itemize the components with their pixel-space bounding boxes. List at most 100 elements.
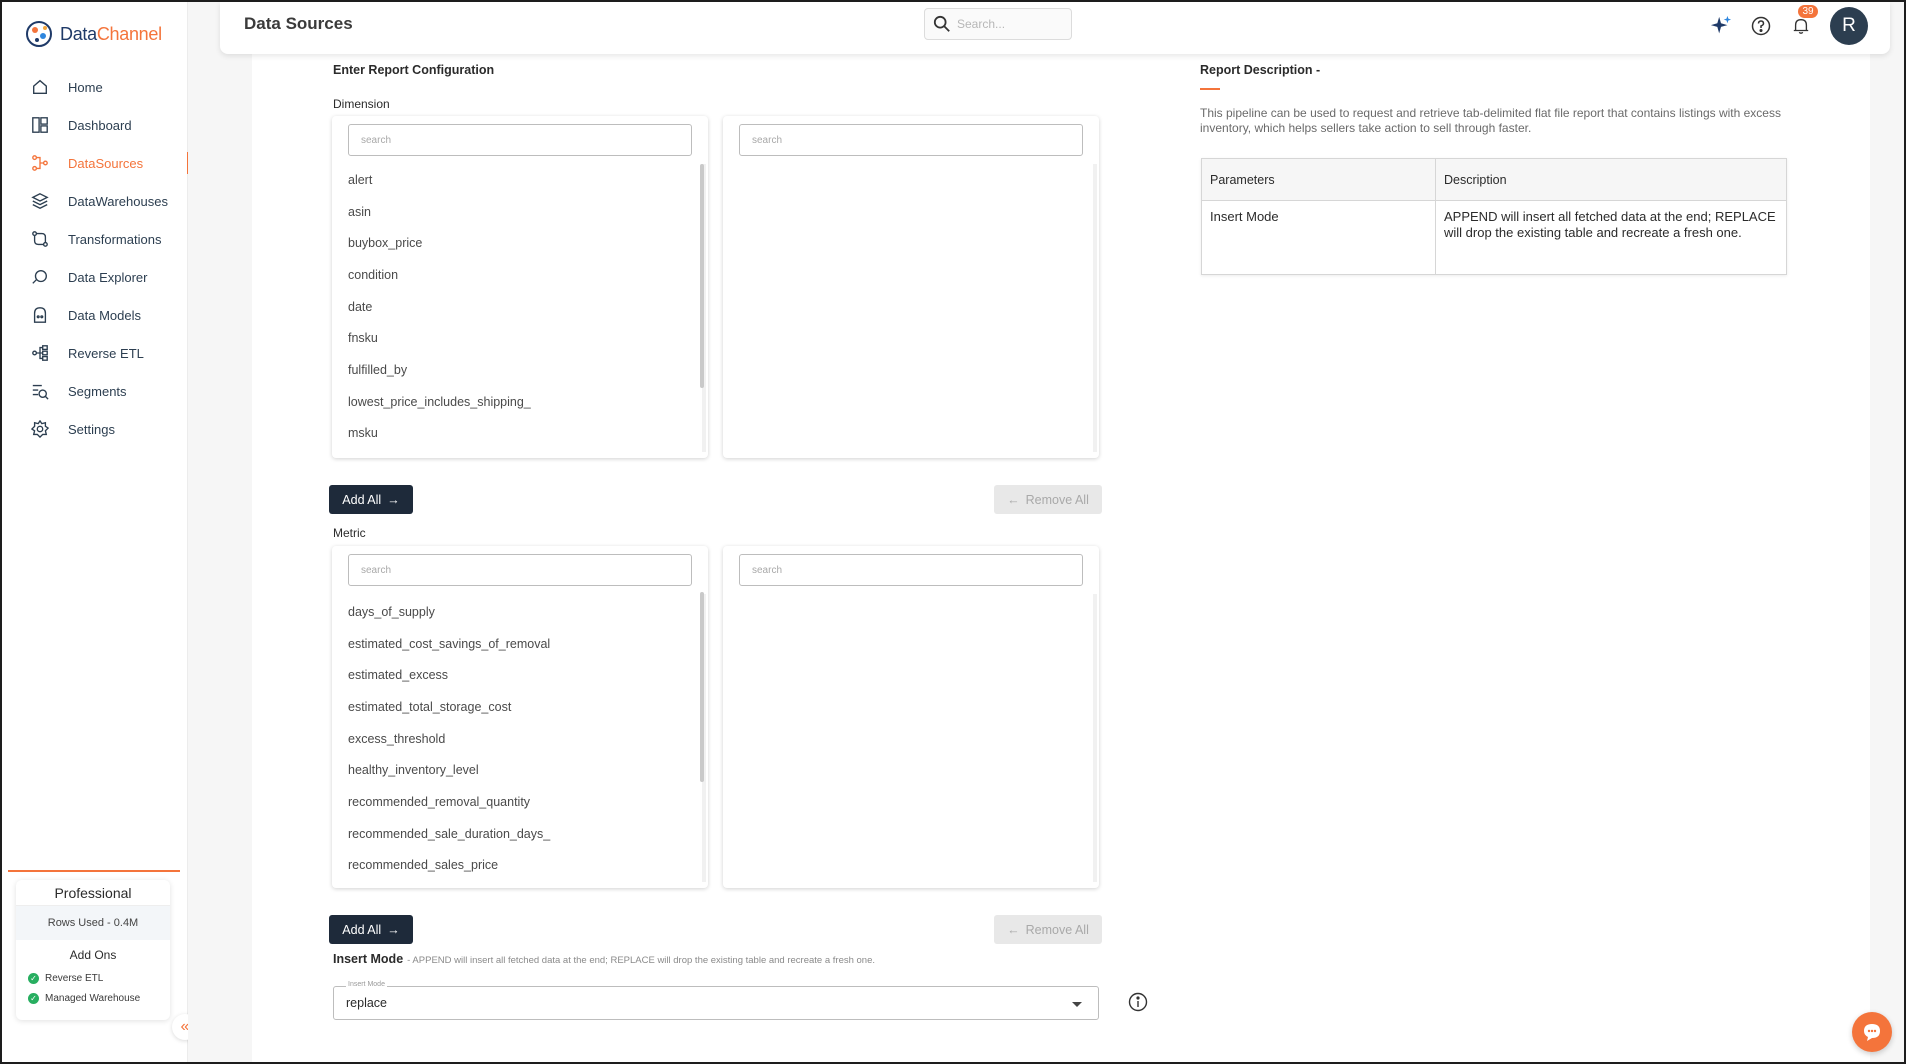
sidebar-item-dashboard[interactable]: Dashboard: [2, 106, 188, 144]
plan-card: Professional Rows Used - 0.4M Add Ons ✓ …: [16, 880, 170, 1020]
addons-section: Add Ons ✓ Reverse ETL ✓ Managed Warehous…: [16, 940, 170, 1008]
metric-add-all-button[interactable]: Add All →: [329, 915, 413, 944]
metric-selected-search[interactable]: [739, 554, 1083, 586]
dashboard-icon: [30, 115, 50, 135]
table-cell: Insert Mode: [1201, 200, 1436, 275]
list-item[interactable]: days_of_supply: [332, 596, 702, 628]
list-item[interactable]: fnsku: [332, 322, 702, 354]
sidebar-item-datawarehouses[interactable]: DataWarehouses: [2, 182, 188, 220]
column-header: Parameters: [1201, 158, 1436, 201]
dimension-items: alert asin buybox_price condition date f…: [332, 164, 702, 449]
help-button[interactable]: [1750, 15, 1772, 37]
sidebar-item-segments[interactable]: Segments: [2, 372, 188, 410]
arrow-left-icon: ←: [1007, 922, 1020, 937]
dimension-available-search[interactable]: [348, 124, 692, 156]
table-row: Insert Mode APPEND will insert all fetch…: [1201, 200, 1787, 275]
list-item[interactable]: alert: [332, 164, 702, 196]
search-input[interactable]: [957, 17, 1053, 31]
list-item[interactable]: estimated_excess: [332, 659, 702, 691]
list-item[interactable]: date: [332, 291, 702, 323]
notification-badge: 39: [1798, 5, 1818, 18]
title-underline: [1200, 88, 1220, 90]
list-item[interactable]: asin: [332, 196, 702, 228]
report-description-text: This pipeline can be used to request and…: [1200, 106, 1781, 135]
global-search[interactable]: [924, 8, 1072, 40]
caret-down-icon: [1072, 1002, 1082, 1007]
scrollbar-track: [1093, 164, 1097, 452]
sidebar-item-data-models[interactable]: Data Models: [2, 296, 188, 334]
sidebar-item-home[interactable]: Home: [2, 68, 188, 106]
list-item[interactable]: excess_threshold: [332, 723, 702, 755]
check-circle-icon: ✓: [28, 972, 39, 984]
logo-globe-icon: [26, 21, 52, 47]
plan-title: Professional: [16, 880, 170, 906]
insert-mode-label: Insert Mode - APPEND will insert all fetc…: [333, 952, 876, 966]
reverse-etl-icon: [30, 343, 50, 363]
list-item[interactable]: recommended_sales_price: [332, 850, 702, 882]
sidebar-nav: Home Dashboard DataSources DataWarehouse…: [2, 68, 189, 448]
ai-sparkle-button[interactable]: [1710, 15, 1732, 37]
arrow-right-icon: →: [387, 922, 400, 937]
list-item[interactable]: msku: [332, 418, 702, 450]
table-header-row: Parameters Description: [1201, 158, 1787, 201]
notifications-button[interactable]: 39: [1790, 5, 1818, 37]
sidebar-item-transformations[interactable]: Transformations: [2, 220, 188, 258]
dimension-selected-search[interactable]: [739, 124, 1083, 156]
datasources-icon: [30, 153, 50, 173]
home-icon: [30, 77, 50, 97]
metric-remove-all-button[interactable]: ← Remove All: [994, 915, 1102, 944]
dimension-add-all-button[interactable]: Add All →: [329, 485, 413, 514]
list-item[interactable]: condition: [332, 259, 702, 291]
list-item[interactable]: fulfilled_by: [332, 354, 702, 386]
sidebar-item-data-explorer[interactable]: Data Explorer: [2, 258, 188, 296]
chat-bubble-icon: [1864, 1024, 1880, 1041]
dimension-label: Dimension: [333, 97, 390, 111]
sidebar-item-settings[interactable]: Settings: [2, 410, 188, 448]
transform-icon: [30, 229, 50, 249]
metric-available-search[interactable]: [348, 554, 692, 586]
scrollbar-track: [1093, 594, 1097, 882]
bell-icon: [1793, 19, 1809, 34]
report-description-title: Report Description -: [1200, 63, 1321, 77]
sidebar: DataChannel Home Dashboard DataSources D…: [2, 2, 198, 1062]
plan-divider: [8, 870, 180, 872]
list-item[interactable]: recommended_sale_duration_days_: [332, 818, 702, 850]
dimension-selected-list: [723, 116, 1099, 458]
layers-icon: [30, 191, 50, 211]
sidebar-item-reverse-etl[interactable]: Reverse ETL: [2, 334, 188, 372]
sidebar-item-datasources[interactable]: DataSources: [2, 144, 189, 182]
page-title: Data Sources: [244, 14, 353, 33]
config-heading: Enter Report Configuration: [333, 63, 495, 77]
sparkle-icon: [1710, 15, 1732, 34]
gear-icon: [30, 419, 50, 439]
brand-name: DataChannel: [60, 23, 162, 44]
insert-mode-select[interactable]: Insert Mode replace: [333, 981, 1099, 1020]
metric-available-list: days_of_supply estimated_cost_savings_of…: [332, 546, 708, 888]
list-item[interactable]: lowest_price_includes_shipping_: [332, 386, 702, 418]
header-actions: 39 R: [1710, 5, 1868, 46]
arrow-right-icon: →: [387, 492, 400, 507]
addon-item: ✓ Managed Warehouse: [16, 988, 170, 1008]
list-item[interactable]: buybox_price: [332, 227, 702, 259]
user-avatar[interactable]: R: [1830, 7, 1868, 45]
table-cell: APPEND will insert all fetched data at t…: [1435, 200, 1787, 275]
addon-item: ✓ Reverse ETL: [16, 968, 170, 988]
brand-logo[interactable]: DataChannel: [24, 16, 162, 52]
column-header: Description: [1435, 158, 1787, 201]
list-item[interactable]: estimated_total_storage_cost: [332, 691, 702, 723]
info-icon[interactable]: [1128, 992, 1148, 1012]
list-item[interactable]: healthy_inventory_level: [332, 754, 702, 786]
chat-support-button[interactable]: [1852, 1012, 1892, 1052]
dimension-remove-all-button[interactable]: ← Remove All: [994, 485, 1102, 514]
help-icon: [1751, 16, 1771, 36]
segments-icon: [30, 381, 50, 401]
dimension-available-list: alert asin buybox_price condition date f…: [332, 116, 708, 458]
addons-title: Add Ons: [69, 948, 117, 962]
metric-items: days_of_supply estimated_cost_savings_of…: [332, 596, 702, 881]
list-item[interactable]: recommended_removal_quantity: [332, 786, 702, 818]
arrow-left-icon: ←: [1007, 492, 1020, 507]
parameters-table: Parameters Description Insert Mode APPEN…: [1201, 158, 1787, 275]
list-item[interactable]: estimated_cost_savings_of_removal: [332, 628, 702, 660]
metric-selected-list: [723, 546, 1099, 888]
insert-mode-value: replace: [346, 996, 387, 1010]
